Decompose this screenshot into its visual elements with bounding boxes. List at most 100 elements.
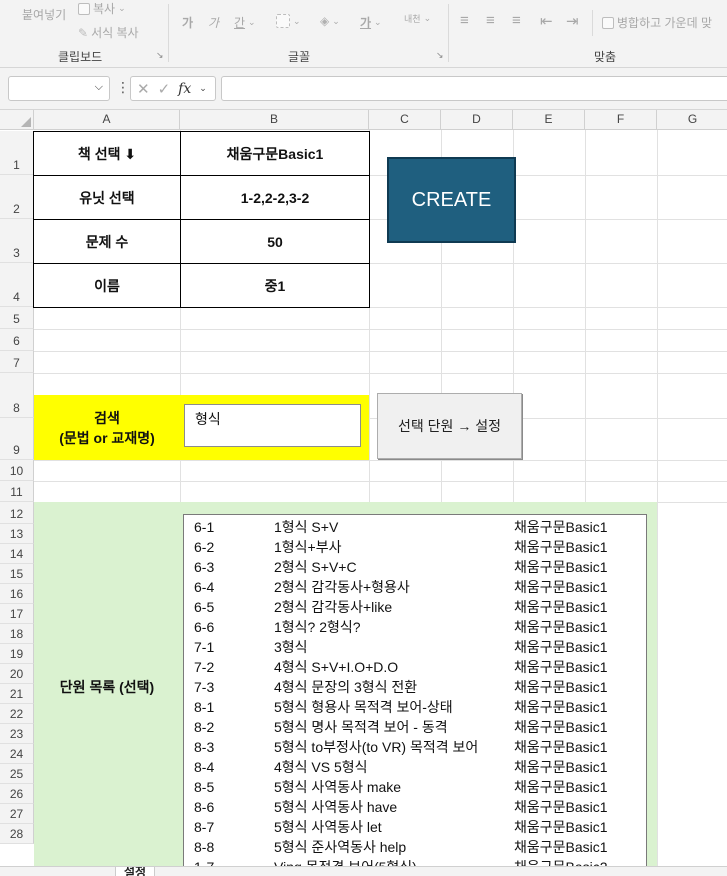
column-header[interactable]: F — [585, 110, 657, 130]
row-header[interactable]: 22 — [0, 704, 34, 724]
name-cell[interactable]: 중1 — [180, 263, 370, 308]
list-item[interactable]: 1-7 Ving 목적격 보어(5형식) 채움구문Basic2 — [184, 857, 646, 866]
list-item[interactable]: 6-4 2형식 감각동사+형용사 채움구문Basic1 — [184, 577, 646, 597]
row-header[interactable]: 4 — [0, 263, 34, 307]
row-header[interactable]: 3 — [0, 219, 34, 263]
row-header[interactable]: 10 — [0, 460, 34, 481]
decrease-indent-button[interactable]: ⇤ — [540, 12, 553, 30]
phonetic-button[interactable]: 내천 ⌄ — [404, 12, 431, 25]
unit-title: 4형식 문장의 3형식 전환 — [274, 679, 418, 695]
name-label: 이름 — [33, 263, 181, 308]
name-box[interactable]: ⌵ — [8, 76, 110, 101]
column-header[interactable]: B — [180, 110, 369, 130]
dialog-launcher-icon[interactable]: ↘ — [156, 50, 164, 61]
column-header[interactable]: A — [34, 110, 180, 130]
row-header[interactable]: 21 — [0, 684, 34, 704]
row-header[interactable]: 18 — [0, 624, 34, 644]
fill-color-button[interactable]: ◈ ⌄ — [320, 14, 340, 28]
more-options-icon[interactable]: ⋮ — [116, 79, 130, 96]
row-header[interactable]: 20 — [0, 664, 34, 684]
row-header[interactable]: 13 — [0, 524, 34, 544]
create-button[interactable]: CREATE — [387, 157, 516, 243]
font-color-button[interactable]: 가 ⌄ — [360, 14, 382, 31]
format-painter-button[interactable]: ✎ 서식 복사 — [78, 24, 139, 41]
row-header[interactable]: 28 — [0, 824, 34, 844]
row-header[interactable]: 7 — [0, 351, 34, 373]
spreadsheet-grid[interactable]: A B C D E F G 1 2 3 4 5 6 7 8 9 10 11 12… — [0, 110, 727, 866]
border-button[interactable]: ⌄ — [276, 14, 301, 28]
row-header[interactable]: 24 — [0, 744, 34, 764]
row-header[interactable]: 26 — [0, 784, 34, 804]
align-left-button[interactable]: ≡ — [460, 12, 469, 29]
chevron-down-icon[interactable]: ⌄ — [199, 83, 207, 94]
list-item[interactable]: 6-6 1형식? 2형식? 채움구문Basic1 — [184, 617, 646, 637]
merge-center-button[interactable]: 병합하고 가운데 맞 — [602, 14, 712, 31]
copy-button[interactable]: 복사 ⌄ — [78, 0, 126, 17]
list-item[interactable]: 6-2 1형식+부사 채움구문Basic1 — [184, 537, 646, 557]
row-header[interactable]: 2 — [0, 175, 34, 219]
list-item[interactable]: 6-1 1형식 S+V 채움구문Basic1 — [184, 517, 646, 537]
list-item[interactable]: 8-7 5형식 사역동사 let 채움구문Basic1 — [184, 817, 646, 837]
row-header[interactable]: 25 — [0, 764, 34, 784]
column-header[interactable]: C — [369, 110, 441, 130]
column-header[interactable]: G — [657, 110, 727, 130]
paste-button[interactable]: 붙여넣기 — [22, 6, 66, 23]
list-item[interactable]: 8-3 5형식 to부정사(to VR) 목적격 보어 채움구문Basic1 — [184, 737, 646, 757]
row-header[interactable]: 16 — [0, 584, 34, 604]
row-header[interactable]: 1 — [0, 131, 34, 175]
gridline — [34, 460, 727, 461]
align-center-button[interactable]: ≡ — [486, 12, 495, 29]
gridline — [34, 373, 727, 374]
book-select-cell[interactable]: 채움구문Basic1 — [180, 131, 370, 176]
column-header[interactable]: D — [441, 110, 513, 130]
format-painter-label: 서식 복사 — [91, 26, 139, 40]
row-header[interactable]: 17 — [0, 604, 34, 624]
list-item[interactable]: 7-3 4형식 문장의 3형식 전환 채움구문Basic1 — [184, 677, 646, 697]
select-all-corner[interactable] — [0, 110, 34, 130]
row-header[interactable]: 11 — [0, 481, 34, 502]
list-item[interactable]: 6-5 2형식 감각동사+like 채움구문Basic1 — [184, 597, 646, 617]
list-item[interactable]: 8-6 5형식 사역동사 have 채움구문Basic1 — [184, 797, 646, 817]
bold-button[interactable]: 가 — [182, 14, 193, 31]
enter-icon[interactable]: ✓ — [158, 80, 171, 98]
italic-button[interactable]: 가 — [208, 14, 219, 31]
list-item[interactable]: 6-3 2형식 S+V+C 채움구문Basic1 — [184, 557, 646, 577]
list-item[interactable]: 8-2 5형식 명사 목적격 보어 - 동격 채움구문Basic1 — [184, 717, 646, 737]
row-header[interactable]: 14 — [0, 544, 34, 564]
unit-select-cell[interactable]: 1-2,2-2,3-2 — [180, 175, 370, 220]
column-header[interactable]: E — [513, 110, 585, 130]
list-item[interactable]: 8-1 5형식 형용사 목적격 보어-상태 채움구문Basic1 — [184, 697, 646, 717]
row-header[interactable]: 9 — [0, 418, 34, 460]
increase-indent-button[interactable]: ⇥ — [566, 12, 579, 30]
question-count-cell[interactable]: 50 — [180, 219, 370, 264]
font-color-label: 가 — [360, 16, 372, 30]
row-header[interactable]: 23 — [0, 724, 34, 744]
list-item[interactable]: 8-8 5형식 준사역동사 help 채움구문Basic1 — [184, 837, 646, 857]
dialog-launcher-icon[interactable]: ↘ — [436, 50, 444, 61]
apply-unit-button[interactable]: 선택 단원 → 설정 — [377, 393, 522, 459]
row-header[interactable]: 27 — [0, 804, 34, 824]
align-right-button[interactable]: ≡ — [512, 12, 521, 29]
search-input[interactable]: 형식 — [184, 404, 361, 447]
insert-function-icon[interactable]: fx — [178, 81, 191, 97]
row-header[interactable]: 6 — [0, 329, 34, 351]
list-item[interactable]: 8-4 4형식 VS 5형식 채움구문Basic1 — [184, 757, 646, 777]
row-header[interactable]: 15 — [0, 564, 34, 584]
formula-input[interactable] — [221, 76, 727, 101]
list-item[interactable]: 7-2 4형식 S+V+I.O+D.O 채움구문Basic1 — [184, 657, 646, 677]
underline-button[interactable]: 간 ⌄ — [234, 14, 256, 31]
chevron-down-icon[interactable]: ⌵ — [95, 81, 103, 94]
unit-listbox[interactable]: 6-1 1형식 S+V 채움구문Basic1 6-2 1형식+부사 채움구문Basic1 6… — [183, 514, 647, 866]
sheet-tab-settings[interactable]: 설정 — [115, 867, 156, 876]
unit-title: 5형식 사역동사 let — [274, 819, 382, 835]
row-header[interactable]: 5 — [0, 307, 34, 329]
row-header[interactable]: 12 — [0, 502, 34, 524]
list-item[interactable]: 8-5 5형식 사역동사 make 채움구문Basic1 — [184, 777, 646, 797]
chevron-down-icon: ⌄ — [293, 15, 301, 26]
list-item[interactable]: 7-1 3형식 채움구문Basic1 — [184, 637, 646, 657]
cancel-icon[interactable]: ✕ — [137, 80, 150, 98]
unit-code: 8-3 — [194, 739, 215, 755]
unit-code: 8-5 — [194, 779, 215, 795]
row-header[interactable]: 8 — [0, 373, 34, 418]
row-header[interactable]: 19 — [0, 644, 34, 664]
